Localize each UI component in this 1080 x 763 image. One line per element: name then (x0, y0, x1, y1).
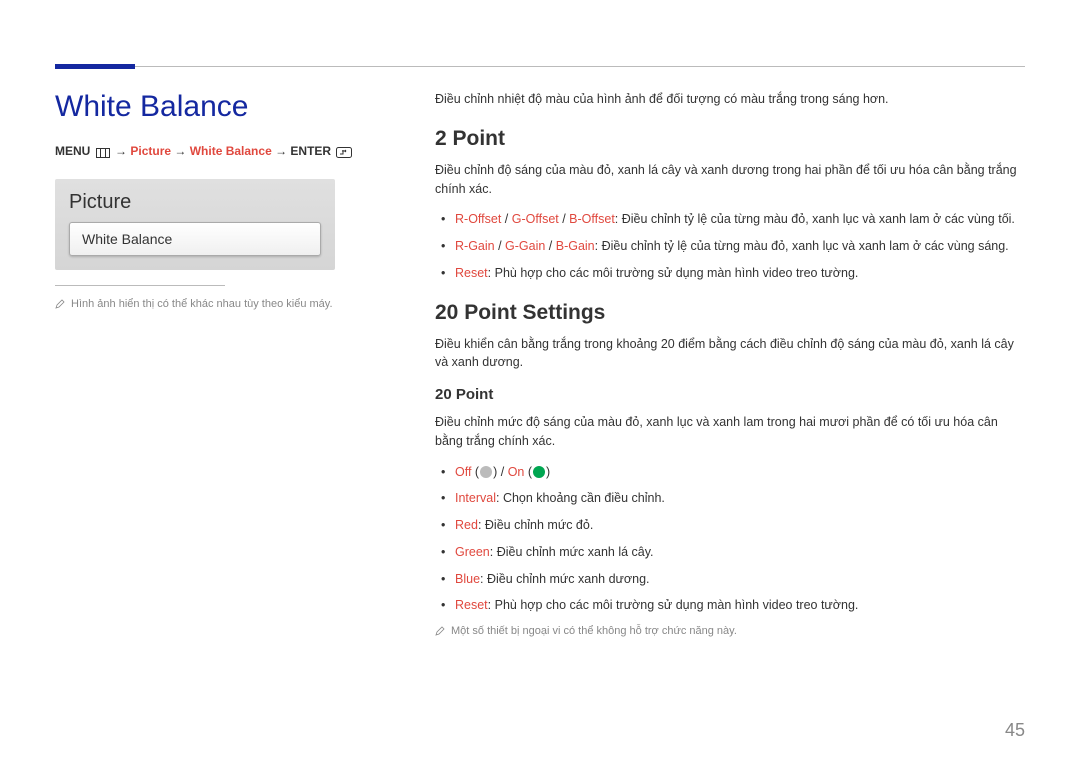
term-blue: Blue (455, 572, 480, 586)
section1-bullet-gain: R-Gain / G-Gain / B-Gain: Điều chỉnh tỷ … (435, 237, 1025, 256)
term-green: Green (455, 545, 490, 559)
page-content: White Balance MENU → Picture → White Bal… (55, 50, 1025, 639)
section2-para: Điều khiển cân bằng trắng trong khoảng 2… (435, 335, 1025, 373)
reset-text: : Phù hợp cho các môi trường sử dụng màn… (488, 598, 859, 612)
footnote-text: Một số thiết bị ngoại vi có thể không hỗ… (451, 625, 737, 637)
section1-list: R-Offset / G-Offset / B-Offset: Điều chỉ… (435, 210, 1025, 282)
on-indicator-icon (533, 466, 545, 478)
right-column: Điều chỉnh nhiệt độ màu của hình ảnh để … (435, 90, 1025, 639)
heading-20-point-settings: 20 Point Settings (435, 301, 1025, 325)
term-r-offset: R-Offset (455, 212, 501, 226)
term-interval: Interval (455, 491, 496, 505)
menu-panel: Picture White Balance (55, 179, 335, 270)
breadcrumb-picture: Picture (130, 144, 171, 158)
blue-text: : Điều chỉnh mức xanh dương. (480, 572, 649, 586)
b1-text: : Điều chỉnh tỷ lệ của từng màu đỏ, xanh… (615, 212, 1015, 226)
term-b-gain: B-Gain (556, 239, 595, 253)
term-reset-2: Reset (455, 598, 488, 612)
heading-20-point: 20 Point (435, 386, 1025, 403)
term-g-offset: G-Offset (512, 212, 559, 226)
page-number: 45 (1005, 720, 1025, 741)
section1-bullet-offset: R-Offset / G-Offset / B-Offset: Điều chỉ… (435, 210, 1025, 229)
term-red: Red (455, 518, 478, 532)
breadcrumb: MENU → Picture → White Balance → ENTER (55, 144, 395, 159)
enter-icon (336, 145, 352, 159)
bullet-green: Green: Điều chỉnh mức xanh lá cây. (435, 543, 1025, 562)
bullet-red: Red: Điều chỉnh mức đỏ. (435, 516, 1025, 535)
bullet-off-on: Off () / On () (435, 463, 1025, 482)
menu-icon (96, 145, 110, 159)
heading-2-point: 2 Point (435, 127, 1025, 151)
left-note: Hình ảnh hiển thị có thể khác nhau tùy t… (55, 298, 395, 312)
bullet-blue: Blue: Điều chỉnh mức xanh dương. (435, 570, 1025, 589)
bullet-interval: Interval: Chọn khoảng cần điều chỉnh. (435, 489, 1025, 508)
page-title: White Balance (55, 90, 395, 124)
section1-para: Điều chỉnh độ sáng của màu đỏ, xanh lá c… (435, 161, 1025, 199)
section2-list: Off () / On () Interval: Chọn khoảng cần… (435, 463, 1025, 616)
term-g-gain: G-Gain (505, 239, 545, 253)
left-column: White Balance MENU → Picture → White Bal… (55, 90, 395, 639)
b2-text: : Điều chỉnh tỷ lệ của từng màu đỏ, xanh… (595, 239, 1009, 253)
interval-text: : Chọn khoảng cần điều chỉnh. (496, 491, 665, 505)
pencil-icon (55, 299, 65, 312)
intro-text: Điều chỉnh nhiệt độ màu của hình ảnh để … (435, 90, 1025, 109)
red-text: : Điều chỉnh mức đỏ. (478, 518, 593, 532)
breadcrumb-menu-label: MENU (55, 144, 90, 158)
pencil-icon (435, 626, 445, 639)
top-divider (55, 66, 1025, 67)
bullet-reset-2: Reset: Phù hợp cho các môi trường sử dụn… (435, 596, 1025, 615)
term-reset-1: Reset (455, 266, 488, 280)
breadcrumb-white-balance: White Balance (190, 144, 272, 158)
term-off: Off (455, 465, 471, 479)
term-b-offset: B-Offset (569, 212, 615, 226)
panel-item-white-balance[interactable]: White Balance (69, 222, 321, 256)
footnote: Một số thiết bị ngoại vi có thể không hỗ… (435, 625, 1025, 639)
panel-title: Picture (69, 191, 321, 214)
breadcrumb-enter-label: ENTER (290, 144, 331, 158)
term-r-gain: R-Gain (455, 239, 495, 253)
section2-sub-para: Điều chỉnh mức độ sáng của màu đỏ, xanh … (435, 413, 1025, 451)
green-text: : Điều chỉnh mức xanh lá cây. (490, 545, 654, 559)
note-divider (55, 285, 225, 286)
left-note-text: Hình ảnh hiển thị có thể khác nhau tùy t… (71, 298, 333, 310)
term-on: On (508, 465, 525, 479)
top-accent-bar (55, 64, 135, 69)
off-indicator-icon (480, 466, 492, 478)
section1-bullet-reset: Reset: Phù hợp cho các môi trường sử dụn… (435, 264, 1025, 283)
b3-text: : Phù hợp cho các môi trường sử dụng màn… (488, 266, 859, 280)
